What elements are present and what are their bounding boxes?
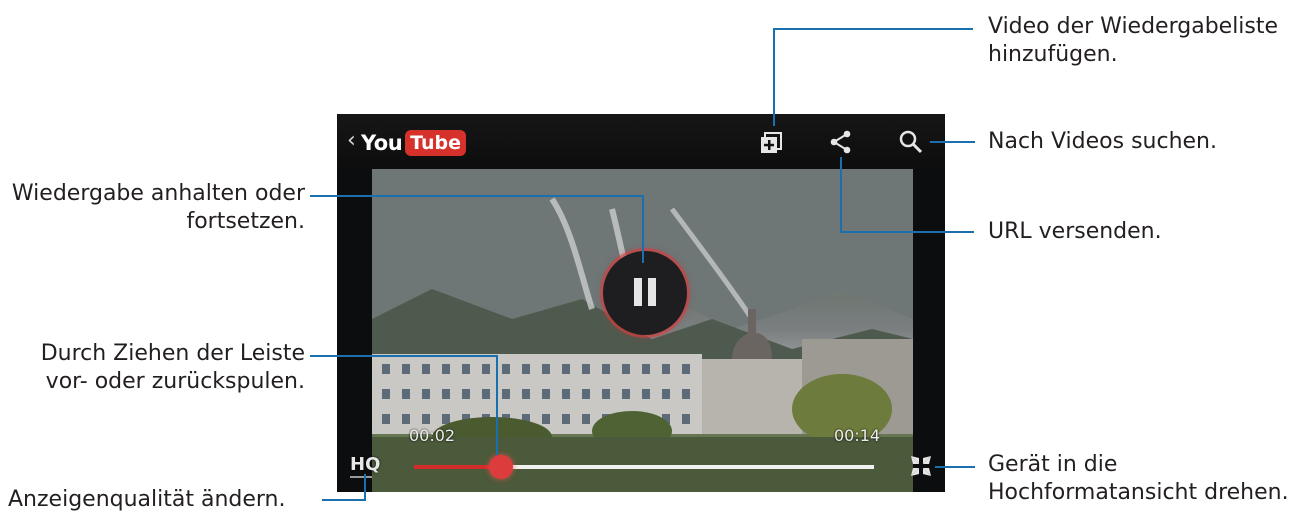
leader-rotate [935, 466, 975, 468]
callout-playlist-line1: Video der Wiedergabeliste [988, 14, 1279, 39]
leader-seek-v [496, 355, 498, 455]
seek-bar-played [414, 465, 502, 469]
callout-seek-line1: Durch Ziehen der Leiste [40, 341, 305, 366]
share-icon[interactable] [827, 128, 855, 156]
callout-rotate-line1: Gerät in die [988, 452, 1118, 477]
callout-playlist: Video der Wiedergabeliste hinzufügen. [988, 13, 1278, 69]
leader-quality-h [322, 499, 366, 501]
leader-playlist-h [773, 28, 973, 30]
back-chevron-icon[interactable]: ‹ [347, 128, 356, 153]
callout-playlist-line2: hinzufügen. [988, 42, 1118, 67]
leader-share-v [840, 157, 842, 233]
callout-share-text: URL versenden. [988, 219, 1162, 244]
callout-search-text: Nach Videos suchen. [988, 129, 1217, 154]
leader-playlist-v [773, 28, 775, 126]
callout-quality-text: Anzeigenqualität ändern. [8, 487, 286, 512]
leader-seek-h [310, 355, 498, 357]
callout-share: URL versenden. [988, 218, 1162, 246]
callout-seek: Durch Ziehen der Leiste vor- oder zurück… [41, 340, 305, 396]
quality-toggle[interactable]: HQ [350, 454, 380, 475]
callout-pause-line2: fortsetzen. [186, 209, 305, 234]
add-to-playlist-icon[interactable] [757, 128, 785, 156]
callout-pause: Wiedergabe anhalten oder fortsetzen. [12, 180, 305, 236]
elapsed-time: 00:02 [409, 426, 456, 445]
leader-pause-v [642, 195, 644, 263]
callout-pause-line1: Wiedergabe anhalten oder [11, 181, 305, 206]
logo-tube-text: Tube [405, 130, 467, 156]
quality-underline [350, 476, 372, 478]
search-icon[interactable] [897, 128, 925, 156]
leader-share-h [840, 231, 974, 233]
leader-quality-v [364, 474, 366, 501]
youtube-logo[interactable]: You Tube [361, 128, 467, 158]
callout-search: Nach Videos suchen. [988, 128, 1217, 156]
top-bar: ‹ You Tube [337, 114, 945, 169]
logo-you-text: You [361, 131, 403, 155]
seek-bar[interactable] [414, 465, 874, 469]
callout-rotate: Gerät in die Hochformatansicht drehen. [988, 451, 1289, 507]
leader-search [930, 141, 975, 143]
shrink-screen-icon[interactable] [909, 454, 933, 478]
total-duration: 00:14 [834, 426, 881, 445]
video-player-screen: ‹ You Tube 00:02 00:14 HQ [337, 114, 945, 492]
pause-button[interactable] [603, 251, 687, 335]
callout-seek-line2: vor- oder zurückspulen. [45, 369, 305, 394]
leader-pause-h [310, 195, 644, 197]
callout-quality: Anzeigenqualität ändern. [8, 486, 286, 514]
callout-rotate-line2: Hochformatansicht drehen. [988, 480, 1289, 505]
